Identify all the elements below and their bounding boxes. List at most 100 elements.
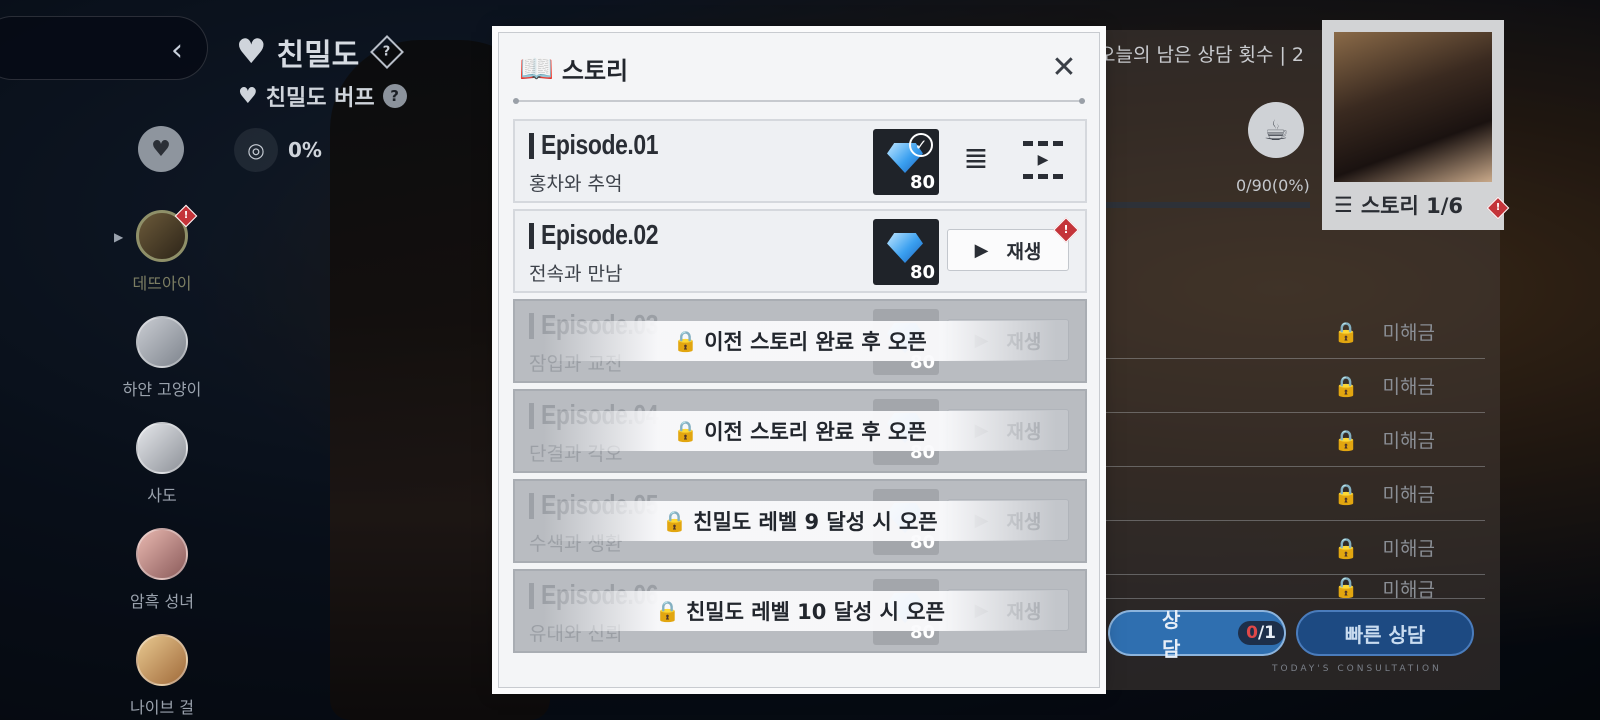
lock-icon: 🔒 bbox=[655, 599, 680, 623]
play-button[interactable]: ▶ 재생 bbox=[947, 229, 1069, 271]
reward-item[interactable]: 80 bbox=[873, 219, 939, 285]
episode-row[interactable]: Episode.05수색과 생환80▶재생🔒친밀도 레벨 9 달성 시 오픈 bbox=[513, 479, 1087, 563]
book-icon: 📖 bbox=[519, 51, 554, 85]
gift-icon: ☕ bbox=[1263, 113, 1289, 147]
locked-row: 🔒 미해금 bbox=[1090, 413, 1485, 467]
episode-subtitle: 홍차와 추억 bbox=[529, 173, 623, 195]
title-bar bbox=[529, 133, 534, 159]
locked-label: 미해금 bbox=[1382, 376, 1435, 398]
remaining-consult-count: 오늘의 남은 상담 횟수 | 2 bbox=[1098, 44, 1305, 66]
character-name: 암흑 성녀 bbox=[130, 592, 194, 611]
today-consultation-label: TODAY'S CONSULTATION bbox=[1272, 664, 1442, 674]
avatar bbox=[136, 528, 188, 580]
target-icon: ◎ bbox=[234, 128, 278, 172]
fast-consult-button[interactable]: 빠른 상담 bbox=[1296, 610, 1474, 656]
lock-icon: 🔒 bbox=[1333, 575, 1359, 599]
buff-label: 친밀도 버프 bbox=[265, 86, 375, 111]
character-name: 사도 bbox=[147, 486, 177, 505]
lock-banner: 🔒 이전 스토리 완료 후 오픈 bbox=[515, 411, 1085, 451]
episode-row[interactable]: Episode.01 홍차와 추억 80 ✓ ≣ ▶ bbox=[513, 119, 1087, 203]
episode-subtitle: 전속과 만남 bbox=[529, 263, 623, 285]
avatar bbox=[136, 422, 188, 474]
locked-row: 🔒 미해금 bbox=[1090, 359, 1485, 413]
lock-banner: 🔒 이전 스토리 완료 후 오픈 bbox=[515, 321, 1085, 361]
story-progress: ☰ 스토리 1/6 bbox=[1334, 190, 1492, 220]
episode-row[interactable]: Episode.03잠입과 교전80▶재생🔒이전 스토리 완료 후 오픈 bbox=[513, 299, 1087, 383]
dialog-header: 📖 스토리 bbox=[499, 33, 1099, 103]
document-icon: ≣ bbox=[963, 141, 989, 176]
close-icon: ✕ bbox=[1051, 50, 1077, 85]
lock-text: 이전 스토리 완료 후 오픈 bbox=[704, 330, 927, 354]
character-name: 데뜨아이 bbox=[132, 274, 192, 293]
character-name: 나이브 걸 bbox=[130, 698, 194, 717]
play-label: 재생 bbox=[1006, 240, 1042, 263]
story-portrait-card[interactable]: ☰ 스토리 1/6 ! bbox=[1322, 20, 1510, 230]
locked-row: 🔒 미해금 bbox=[1090, 467, 1485, 521]
locked-row: 🔒 미해금 bbox=[1090, 305, 1485, 359]
story-dialog: 📖 스토리 ✕ Episode.01 홍차와 추억 80 ✓ ≣ ▶ Episode.02 전… bbox=[498, 32, 1100, 688]
play-icon: ▶ bbox=[974, 239, 989, 261]
consult-button[interactable]: 상담 0/1 bbox=[1108, 608, 1286, 661]
character-item[interactable]: 사도 bbox=[110, 422, 214, 506]
lock-icon: 🔒 bbox=[1333, 373, 1359, 398]
character-item[interactable]: 암흑 성녀 bbox=[110, 528, 214, 612]
exp-progress-bar bbox=[1090, 202, 1310, 208]
back-button[interactable]: ‹ bbox=[0, 16, 208, 80]
episode-name: Episode.02 bbox=[541, 219, 659, 250]
chevron-left-icon: ‹ bbox=[171, 33, 183, 68]
exp-text: 0/90(0%) bbox=[1236, 176, 1310, 195]
heart-icon: ♥ bbox=[236, 32, 267, 72]
dialog-title: 스토리 bbox=[561, 56, 629, 85]
locked-row: 🔒 미해금 bbox=[1090, 521, 1485, 575]
intimacy-header: ♥ 친밀도 ? bbox=[236, 30, 405, 74]
clapperboard-icon: ☰ bbox=[1334, 193, 1353, 217]
character-item[interactable]: 나이브 걸 bbox=[110, 634, 214, 718]
heart-plus-icon: ♥ bbox=[238, 83, 258, 109]
check-icon: ✓ bbox=[909, 133, 933, 157]
reward-amount: 80 bbox=[909, 172, 935, 193]
locked-label: 미해금 bbox=[1382, 579, 1435, 599]
buff-help-icon[interactable]: ? bbox=[382, 84, 407, 108]
episode-name: Episode.01 bbox=[541, 129, 659, 160]
lock-icon: 🔒 bbox=[673, 329, 699, 353]
replay-button[interactable]: ▶ bbox=[1023, 141, 1063, 179]
character-portrait bbox=[1334, 32, 1492, 182]
consult-counter: 0/1 bbox=[1238, 621, 1284, 645]
locked-label: 미해금 bbox=[1382, 484, 1435, 506]
title-bar bbox=[529, 223, 534, 249]
episode-row[interactable]: Episode.06유대와 신뢰80▶재생🔒친밀도 레벨 10 달성 시 오픈 bbox=[513, 569, 1087, 653]
reward-amount: 80 bbox=[909, 262, 935, 283]
lock-icon: 🔒 bbox=[1333, 319, 1359, 344]
locked-label: 미해금 bbox=[1382, 430, 1435, 452]
character-item[interactable]: 데뜨아이 ! bbox=[110, 204, 214, 294]
page-title: 친밀도 bbox=[276, 38, 360, 73]
consult-label: 상담 bbox=[1162, 608, 1181, 661]
episode-row[interactable]: Episode.02 전속과 만남 80 ▶ 재생! bbox=[513, 209, 1087, 293]
film-play-icon: ▶ bbox=[1037, 152, 1049, 168]
buff-percentage: ◎ 0% bbox=[234, 128, 322, 172]
divider bbox=[513, 98, 1085, 104]
lock-icon: 🔒 bbox=[1333, 427, 1359, 452]
favorite-heart-button[interactable]: ♥ bbox=[138, 126, 184, 172]
lock-text: 친밀도 레벨 9 달성 시 오픈 bbox=[693, 510, 938, 534]
locked-label: 미해금 bbox=[1382, 538, 1435, 560]
lock-text: 이전 스토리 완료 후 오픈 bbox=[704, 420, 927, 444]
intimacy-buff: ♥ 친밀도 버프 ? bbox=[238, 80, 407, 112]
reward-item[interactable]: 80 ✓ bbox=[873, 129, 939, 195]
story-progress-label: 스토리 1/6 bbox=[1360, 194, 1463, 218]
buff-value: 0% bbox=[288, 138, 322, 162]
gift-button[interactable]: ☕ bbox=[1248, 102, 1304, 158]
lock-icon: 🔒 bbox=[1333, 535, 1359, 560]
avatar bbox=[136, 634, 188, 686]
help-icon[interactable]: ? bbox=[370, 35, 405, 69]
lock-text: 친밀도 레벨 10 달성 시 오픈 bbox=[685, 600, 945, 624]
lock-banner: 🔒 친밀도 레벨 9 달성 시 오픈 bbox=[515, 501, 1085, 541]
episode-row[interactable]: Episode.04단결과 각오80▶재생🔒이전 스토리 완료 후 오픈 bbox=[513, 389, 1087, 473]
locked-row: 🔒 미해금 bbox=[1090, 575, 1485, 599]
locked-label: 미해금 bbox=[1382, 322, 1435, 344]
character-item[interactable]: 하얀 고양이 bbox=[110, 316, 214, 400]
crystal-icon bbox=[887, 233, 923, 263]
script-button[interactable]: ≣ bbox=[961, 141, 991, 179]
lock-banner: 🔒 친밀도 레벨 10 달성 시 오픈 bbox=[515, 591, 1085, 631]
close-button[interactable]: ✕ bbox=[1049, 53, 1079, 83]
